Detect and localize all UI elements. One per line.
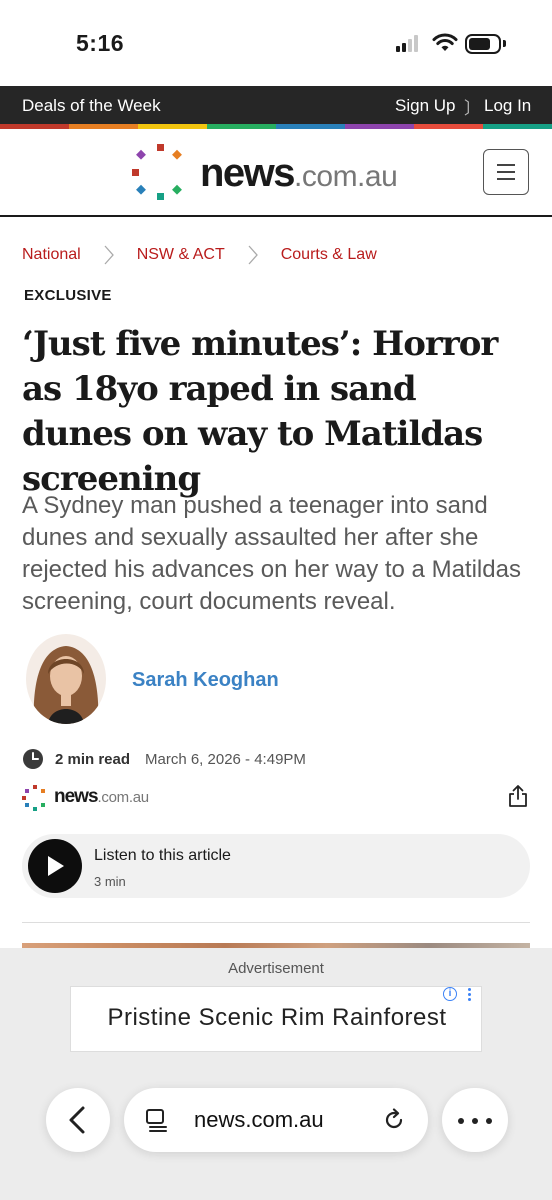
cellular-signal-icon [396, 35, 422, 52]
author-avatar[interactable] [26, 634, 106, 724]
advertisement-banner[interactable]: Pristine Scenic Rim Rainforest [70, 986, 482, 1052]
address-bar[interactable]: news.com.au [124, 1088, 428, 1152]
share-icon[interactable] [508, 784, 528, 808]
breadcrumb: National NSW & ACT Courts & Law [22, 240, 377, 270]
news-logo[interactable]: news.com.au [200, 151, 398, 196]
chevron-left-icon [69, 1106, 85, 1134]
breadcrumb-courts-law[interactable]: Courts & Law [281, 246, 377, 264]
status-time: 5:16 [76, 30, 125, 56]
log-in-link[interactable]: Log In [484, 96, 531, 116]
status-bar: 5:16 [0, 0, 552, 86]
chevron-right-icon [248, 245, 258, 265]
battery-icon [465, 34, 501, 54]
breadcrumb-nsw-act[interactable]: NSW & ACT [137, 246, 225, 264]
clock-icon [23, 749, 43, 769]
reload-icon[interactable] [382, 1108, 406, 1132]
ad-info-icon[interactable]: i [443, 987, 457, 1001]
nav-divider: 〕 [464, 99, 481, 118]
breadcrumb-national[interactable]: National [22, 246, 81, 264]
news-logo-icon[interactable] [130, 142, 190, 202]
reader-mode-icon[interactable] [144, 1107, 170, 1133]
deals-link[interactable]: Deals of the Week [22, 96, 161, 116]
divider [22, 922, 530, 923]
page: 5:16 Deals of the Week Sign Up 〕 Log In [0, 0, 552, 1200]
publish-date: March 6, 2026 - 4:49PM [145, 751, 306, 768]
author-name-link[interactable]: Sarah Keoghan [132, 669, 279, 692]
sign-up-link[interactable]: Sign Up [395, 96, 455, 116]
logo-wordmark: news [200, 151, 296, 195]
advertisement-text: Pristine Scenic Rim Rainforest [107, 1004, 447, 1031]
url-text: news.com.au [194, 1107, 324, 1132]
more-options-button[interactable] [442, 1088, 508, 1152]
listen-duration: 3 min [94, 874, 126, 889]
hamburger-menu-button[interactable] [483, 149, 529, 195]
mini-logo-tld: .com.au [97, 789, 150, 806]
play-icon [48, 856, 64, 876]
article-headline: ‘Just five minutes’: Horror as 18yo rape… [22, 324, 498, 499]
advertisement-label: Advertisement [228, 960, 324, 977]
listen-title: Listen to this article [94, 847, 231, 864]
ad-more-icon[interactable] [468, 988, 472, 1004]
news-mini-logo: news.com.au [22, 785, 162, 811]
listen-to-article-player[interactable]: Listen to this article 3 min [22, 834, 530, 898]
brand-header: news.com.au [0, 129, 552, 217]
wifi-icon [432, 33, 458, 51]
article-standfirst: A Sydney man pushed a teenager into sand… [22, 492, 521, 615]
play-button[interactable] [28, 839, 82, 893]
logo-tld: .com.au [294, 160, 398, 193]
news-logo-icon [22, 785, 45, 811]
read-time: 2 min read [55, 751, 131, 768]
chevron-right-icon [104, 245, 114, 265]
top-nav: Deals of the Week Sign Up 〕 Log In [0, 86, 552, 124]
mini-logo-wordmark: news [54, 786, 99, 807]
back-button[interactable] [46, 1088, 110, 1152]
exclusive-kicker: EXCLUSIVE [24, 287, 112, 304]
